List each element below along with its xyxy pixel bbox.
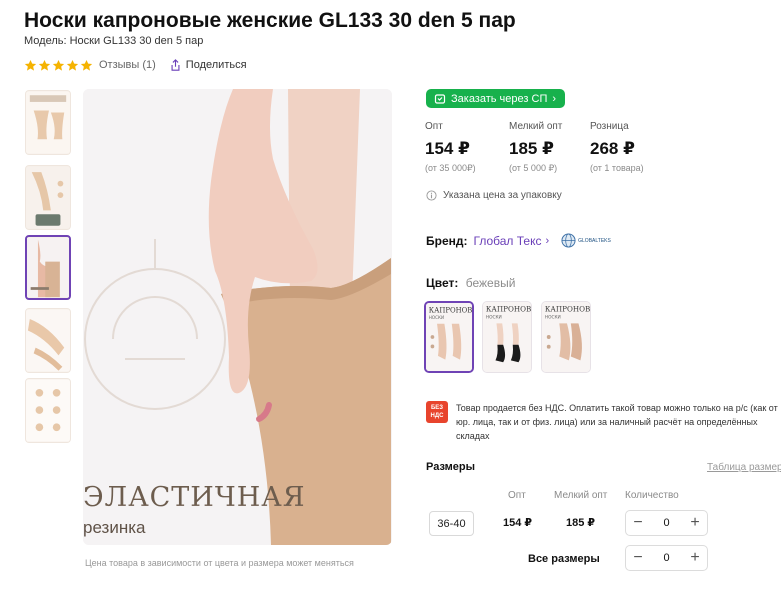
- info-icon: [426, 190, 437, 201]
- price-condition: (от 1 товара): [590, 163, 644, 173]
- star-icon: [66, 59, 79, 71]
- svg-text:НОСКИ: НОСКИ: [429, 315, 444, 320]
- size-table-link[interactable]: Таблица размеров: [707, 462, 781, 473]
- price-condition: (от 35 000₽): [425, 163, 476, 173]
- quantity-value[interactable]: 0: [663, 552, 669, 564]
- column-header-small-opt: Мелкий опт: [554, 490, 608, 501]
- quantity-value[interactable]: 0: [663, 517, 669, 529]
- decrement-button[interactable]: −: [626, 546, 650, 570]
- product-title: Носки капроновые женские GL133 30 den 5 …: [24, 9, 516, 32]
- share-label: Поделиться: [185, 59, 247, 71]
- star-icon: [52, 59, 65, 71]
- gallery-thumbnail[interactable]: [25, 165, 71, 230]
- quantity-stepper: − 0 +: [625, 510, 708, 536]
- rating-stars[interactable]: [24, 59, 93, 72]
- sizes-title: Размеры: [426, 461, 476, 473]
- price-note-text: Указана цена за упаковку: [443, 190, 562, 201]
- column-header-opt: Опт: [508, 490, 526, 501]
- svg-text:КАПРОНОВЫЕ: КАПРОНОВЫЕ: [429, 306, 472, 314]
- column-header-quantity: Количество: [625, 490, 679, 501]
- star-icon: [80, 59, 93, 71]
- price-label: Опт: [425, 121, 443, 132]
- model-value: Носки GL133 30 den 5 пар: [69, 35, 204, 47]
- color-row: Цвет: бежевый: [426, 276, 515, 290]
- all-sizes-stepper: − 0 +: [625, 545, 708, 571]
- thumbnail-image: [26, 91, 70, 154]
- price-label: Мелкий опт: [509, 121, 563, 132]
- gallery-thumbnail[interactable]: [25, 90, 71, 155]
- order-via-sp-label: Заказать через СП: [451, 92, 548, 105]
- thumbnail-image: [27, 237, 69, 298]
- price-small-wholesale: Мелкий опт 185 ₽ (от 5 000 ₽): [509, 121, 562, 174]
- price-value: 154 ₽: [425, 139, 470, 158]
- star-icon: [38, 59, 51, 71]
- svg-text:КАПРОНОВЫЕ: КАПРОНОВЫЕ: [486, 305, 531, 314]
- thumbnail-image: [26, 166, 70, 229]
- order-via-sp-button[interactable]: Заказать через СП ›: [426, 89, 566, 108]
- share-button[interactable]: Поделиться: [170, 59, 247, 71]
- vat-badge: БЕЗ НДС: [426, 401, 448, 423]
- brand-link[interactable]: Глобал Текс: [474, 234, 542, 248]
- brand-logo[interactable]: GLOBALTEKS: [561, 233, 611, 248]
- price-value: 268 ₽: [590, 139, 635, 158]
- gallery-thumbnail-active[interactable]: [25, 235, 71, 300]
- star-icon: [24, 59, 37, 71]
- svg-text:НОСКИ: НОСКИ: [545, 315, 561, 321]
- price-note: Указана цена за упаковку: [426, 190, 562, 201]
- reviews-link[interactable]: Отзывы (1): [99, 59, 156, 71]
- model-label: Модель:: [24, 35, 67, 47]
- decrement-button[interactable]: −: [626, 511, 650, 535]
- globe-logo-icon: [561, 233, 576, 248]
- color-value: бежевый: [465, 276, 516, 290]
- color-swatch-nude[interactable]: КАПРОНОВЫЕ НОСКИ: [541, 301, 591, 373]
- price-variation-caption: Цена товара в зависимости от цвета и раз…: [85, 558, 354, 568]
- color-swatch-black[interactable]: КАПРОНОВЫЕ НОСКИ: [482, 301, 532, 373]
- chevron-right-icon: ›: [545, 234, 550, 247]
- all-sizes-label: Все размеры: [528, 553, 600, 565]
- svg-text:КАПРОНОВЫЕ: КАПРОНОВЫЕ: [545, 305, 590, 314]
- size-price-opt: 154 ₽: [503, 517, 533, 529]
- brand-row: Бренд: Глобал Текс › GLOBALTEKS: [426, 233, 611, 248]
- price-retail: Розница 268 ₽ (от 1 товара): [590, 121, 644, 173]
- image-text-elastic: ЭЛАСТИЧНАЯ: [83, 482, 306, 513]
- main-product-image[interactable]: [83, 89, 392, 545]
- chevron-right-icon: ›: [552, 92, 557, 105]
- vat-badge-line1: БЕЗ: [430, 405, 444, 411]
- cart-icon: [434, 93, 446, 104]
- vat-badge-line2: НДС: [430, 413, 444, 419]
- swatch-image: КАПРОНОВЫЕ НОСКИ: [542, 302, 590, 372]
- vat-notice: Товар продается без НДС. Оплатить такой …: [456, 403, 778, 441]
- increment-button[interactable]: +: [683, 546, 707, 570]
- price-condition: (от 5 000 ₽): [509, 163, 558, 173]
- increment-button[interactable]: +: [683, 511, 707, 535]
- gallery-thumbnail[interactable]: [25, 308, 71, 373]
- gallery-thumbnail[interactable]: [25, 378, 71, 443]
- share-icon: [171, 59, 180, 71]
- price-value: 185 ₽: [509, 139, 554, 158]
- price-label: Розница: [590, 121, 629, 132]
- size-chip[interactable]: 36-40: [429, 511, 474, 536]
- swatch-image: КАПРОНОВЫЕ НОСКИ: [426, 303, 472, 371]
- swatch-image: КАПРОНОВЫЕ НОСКИ: [483, 302, 531, 372]
- rating-row: Отзывы (1) Поделиться: [24, 57, 247, 73]
- brand-logo-text: GLOBALTEKS: [578, 237, 611, 244]
- color-label: Цвет:: [426, 276, 459, 290]
- thumbnail-image: [26, 309, 70, 372]
- color-swatch-beige[interactable]: КАПРОНОВЫЕ НОСКИ: [424, 301, 474, 373]
- image-text-band: резинка: [83, 518, 146, 537]
- brand-label: Бренд:: [426, 233, 468, 248]
- size-price-small-opt: 185 ₽: [566, 517, 596, 529]
- svg-text:НОСКИ: НОСКИ: [486, 315, 502, 321]
- product-photo: [83, 89, 392, 545]
- product-model: Модель: Носки GL133 30 den 5 пар: [24, 35, 203, 47]
- thumbnail-image: [26, 379, 70, 442]
- price-wholesale: Опт 154 ₽ (от 35 000₽): [425, 121, 476, 174]
